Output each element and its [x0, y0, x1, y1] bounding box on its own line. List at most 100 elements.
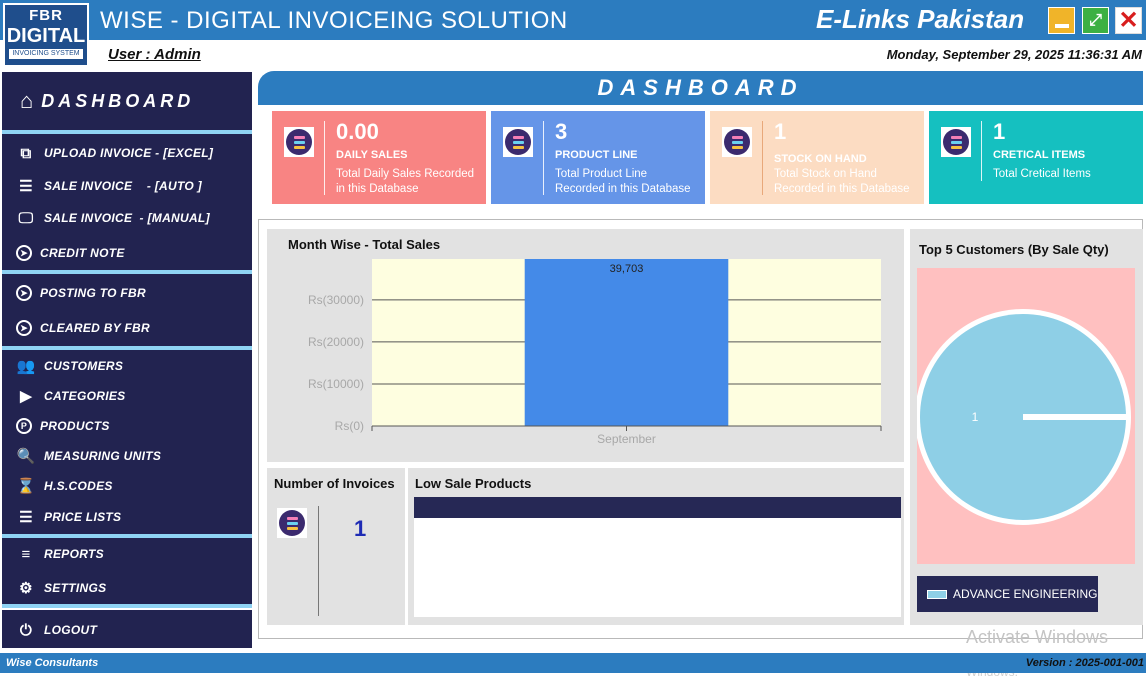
- product-icon: P: [16, 418, 32, 434]
- play-square-icon: ▶: [20, 388, 32, 405]
- sidebar-item-sale-invoice-manual[interactable]: 🖵 SALE INVOICE - [MANUAL]: [16, 207, 210, 229]
- sidebar-dashboard[interactable]: ⌂ DASHBOARD: [2, 72, 252, 130]
- x-tick-label: September: [597, 432, 656, 446]
- top5-title: Top 5 Customers (By Sale Qty): [919, 242, 1109, 257]
- fbr-digital-logo: FBR DIGITAL INVOICING SYSTEM: [3, 3, 89, 67]
- sidebar-item-posting-to-fbr[interactable]: ➤ POSTING TO FBR: [16, 282, 146, 304]
- hourglass-icon: ⌛: [16, 478, 36, 495]
- sidebar-item-label: PRICE LISTS: [44, 510, 122, 524]
- card-divider: [762, 121, 763, 195]
- sidebar-item-label: MEASURING UNITS: [44, 449, 162, 463]
- app-title: WISE - DIGITAL INVOICEING SOLUTION: [100, 7, 568, 34]
- status-version: Version : 2025-001-001: [1025, 657, 1144, 669]
- sidebar-item-label: PRODUCTS: [40, 419, 110, 433]
- card-description-line: Recorded in this Database: [774, 183, 910, 195]
- copy-icon: ⧉: [20, 144, 32, 162]
- current-user: User : Admin: [108, 46, 201, 63]
- card-label: PRODUCT LINE: [555, 149, 638, 161]
- maximize-icon: ⤢: [1089, 11, 1102, 29]
- month-wise-sales-chart: Rs(0) Rs(10000) Rs(20000) Rs(30000) 39,703 Se…: [308, 259, 882, 446]
- sidebar-item-price-lists[interactable]: ☰ PRICE LISTS: [16, 506, 121, 528]
- sidebar-item-reports[interactable]: ≡ REPORTS: [16, 543, 104, 565]
- sidebar-item-credit-note[interactable]: ➤ CREDIT NOTE: [16, 242, 125, 264]
- card-divider: [543, 121, 544, 195]
- card-description-line: Total Cretical Items: [993, 168, 1091, 180]
- card-value: 1: [774, 119, 787, 144]
- invoices-title: Number of Invoices: [274, 476, 395, 491]
- card-description: Total Product Line Recorded in this Data…: [555, 167, 691, 197]
- sidebar-item-hs-codes[interactable]: ⌛ H.S.CODES: [16, 475, 113, 497]
- sidebar-dashboard-label: DASHBOARD: [41, 90, 195, 111]
- card-divider: [324, 121, 325, 195]
- pie-data-label: 1: [972, 410, 979, 424]
- card-value: 1: [993, 119, 1006, 144]
- legend-label: ADVANCE ENGINEERING: [953, 587, 1098, 601]
- card-description: Total Stock on Hand Recorded in this Dat…: [774, 167, 910, 197]
- logo-top-text: FBR: [29, 7, 63, 24]
- card-description-line: Recorded in this Database: [555, 183, 691, 195]
- sidebar: ⌂ DASHBOARD ⧉ UPLOAD INVOICE - [EXCEL] ☰…: [0, 70, 254, 650]
- sidebar-divider: [2, 604, 252, 608]
- list-icon: ☰: [19, 178, 33, 195]
- power-icon: ⏻: [19, 621, 33, 639]
- sidebar-item-cleared-by-fbr[interactable]: ➤ CLEARED BY FBR: [16, 317, 150, 339]
- sidebar-item-customers[interactable]: 👥 CUSTOMERS: [16, 355, 123, 377]
- maximize-button[interactable]: ⤢: [1082, 7, 1109, 34]
- compass-icon: ➤: [16, 285, 32, 301]
- card-value: 3: [555, 119, 568, 144]
- low-sale-grid[interactable]: [414, 518, 901, 617]
- app-icon: [503, 127, 533, 157]
- invoices-panel: Number of Invoices 1: [267, 468, 405, 625]
- card-description-line: Total Daily Sales Recorded: [336, 168, 475, 180]
- logo-sub-text: INVOICING SYSTEM: [9, 49, 83, 59]
- sidebar-item-label: UPLOAD INVOICE - [EXCEL]: [44, 146, 214, 160]
- sidebar-item-label: LOGOUT: [44, 623, 98, 637]
- minimize-button[interactable]: [1048, 7, 1075, 34]
- card-label: DAILY SALES: [336, 149, 408, 161]
- sidebar-item-label: REPORTS: [44, 547, 104, 561]
- current-datetime: Monday, September 29, 2025 11:36:31 AM: [886, 47, 1142, 62]
- low-sale-title: Low Sale Products: [415, 476, 532, 491]
- status-bar: Wise Consultants Version : 2025-001-001: [0, 653, 1146, 673]
- sidebar-item-products[interactable]: P PRODUCTS: [16, 415, 110, 437]
- sidebar-item-upload-invoice[interactable]: ⧉ UPLOAD INVOICE - [EXCEL]: [16, 142, 213, 164]
- card-description: Total Daily Sales Recorded in this Datab…: [336, 167, 474, 197]
- sidebar-item-label: CLEARED BY FBR: [40, 321, 150, 335]
- card-critical-items[interactable]: 1 CRETICAL ITEMS Total Cretical Items: [929, 111, 1143, 204]
- app-icon: [284, 127, 314, 157]
- card-description-line: Total Stock on Hand: [774, 168, 877, 180]
- app-icon: [722, 127, 752, 157]
- card-divider: [981, 121, 982, 181]
- report-icon: ≡: [21, 545, 31, 563]
- sidebar-item-categories[interactable]: ▶ CATEGORIES: [16, 385, 125, 407]
- sidebar-item-sale-invoice-auto[interactable]: ☰ SALE INVOICE - [AUTO ]: [16, 175, 202, 197]
- card-label: CRETICAL ITEMS: [993, 149, 1086, 161]
- sidebar-item-measuring-units[interactable]: 🔍 MEASURING UNITS: [16, 445, 161, 467]
- sidebar-item-logout[interactable]: ⏻ LOGOUT: [16, 619, 97, 641]
- zoom-icon: 🔍: [16, 448, 36, 465]
- top5-pie-chart: 1: [917, 309, 1131, 525]
- activate-windows-watermark: Activate Windows: [966, 627, 1109, 647]
- sidebar-item-settings[interactable]: ⚙ SETTINGS: [16, 577, 106, 599]
- y-tick-label: Rs(30000): [308, 293, 364, 307]
- home-icon: ⌂: [20, 88, 34, 113]
- card-daily-sales[interactable]: 0.00 DAILY SALES Total Daily Sales Recor…: [272, 111, 486, 204]
- logo-main-text: DIGITAL: [5, 25, 87, 47]
- gears-icon: ⚙: [19, 580, 33, 597]
- list-icon: ☰: [19, 509, 33, 526]
- sidebar-item-label: CREDIT NOTE: [40, 246, 125, 260]
- card-product-line[interactable]: 3 PRODUCT LINE Total Product Line Record…: [491, 111, 705, 204]
- card-description: Total Cretical Items: [993, 167, 1091, 182]
- low-sale-products-panel: Low Sale Products: [408, 468, 904, 625]
- card-stock-on-hand[interactable]: 1 STOCK ON HAND Total Stock on Hand Reco…: [710, 111, 924, 204]
- invoices-divider: [318, 506, 319, 616]
- sidebar-item-label: CUSTOMERS: [44, 359, 124, 373]
- sidebar-item-label: SETTINGS: [44, 581, 107, 595]
- close-button[interactable]: ✕: [1115, 7, 1142, 34]
- y-tick-label: Rs(20000): [308, 335, 364, 349]
- sidebar-item-label: SALE INVOICE - [AUTO ]: [44, 179, 202, 193]
- card-description-line: Total Product Line: [555, 168, 648, 180]
- legend-swatch: [927, 589, 947, 599]
- users-icon: 👥: [16, 358, 36, 375]
- bar: [524, 259, 729, 426]
